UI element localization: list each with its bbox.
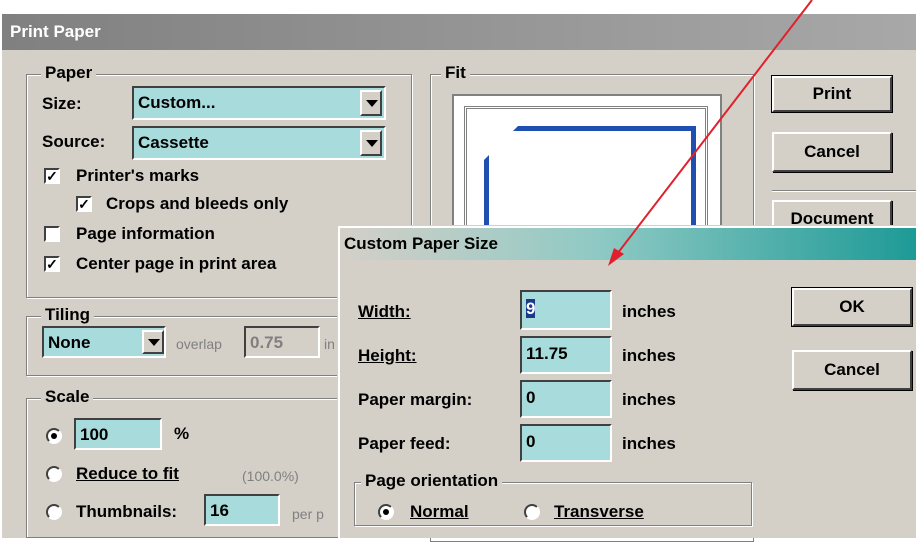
annotation-arrow xyxy=(608,0,813,266)
annotation-arrow-head-icon xyxy=(608,248,624,266)
annotation-arrow-line xyxy=(613,0,813,259)
